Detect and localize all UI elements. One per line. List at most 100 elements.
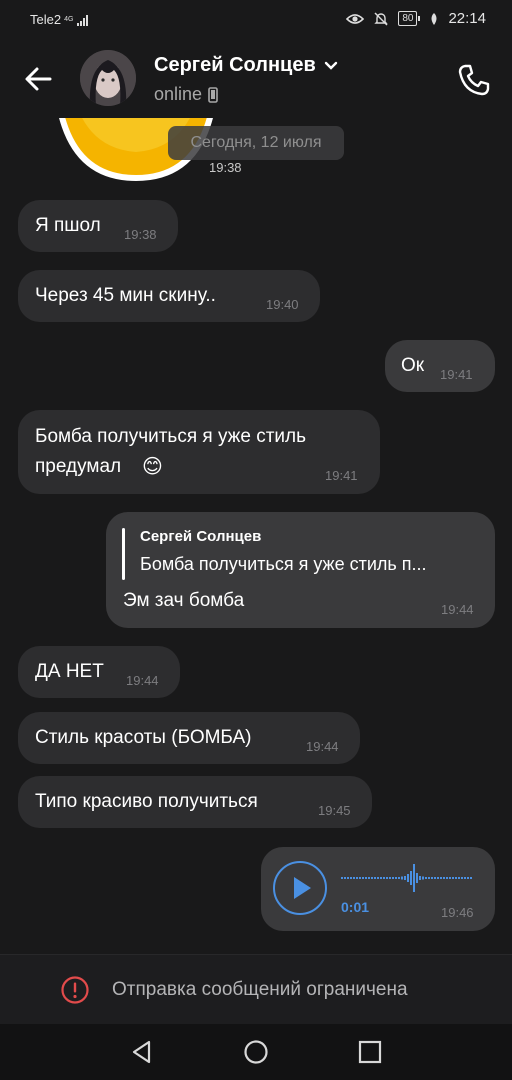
incoming-message[interactable]: Через 45 мин скину.. 19:40 <box>18 270 320 322</box>
battery-level: 80 <box>398 11 418 26</box>
waveform-bar <box>425 877 427 879</box>
waveform-bar <box>356 877 358 879</box>
waveform-bar <box>464 877 466 879</box>
waveform-bar <box>428 877 430 879</box>
message-time: 19:44 <box>126 673 159 688</box>
waveform-bar <box>431 877 433 879</box>
contact-name[interactable]: Сергей Солнцев <box>154 54 316 77</box>
waveform-bar <box>401 876 403 880</box>
waveform-bar <box>443 877 445 879</box>
phone-icon[interactable] <box>456 62 492 98</box>
outgoing-reply-message[interactable]: Сергей Солнцев Бомба получиться я уже ст… <box>106 512 495 628</box>
sticker-time: 19:38 <box>209 160 242 175</box>
incoming-message[interactable]: ДА НЕТ 19:44 <box>18 646 180 698</box>
message-time: 19:38 <box>124 227 157 242</box>
restricted-footer: Отправка сообщений ограничена <box>0 954 512 1025</box>
waveform-bar <box>410 871 412 885</box>
waveform-bar <box>458 877 460 879</box>
clock: 22:14 <box>448 10 486 27</box>
circle-home-icon[interactable] <box>241 1037 271 1067</box>
waveform-bar <box>437 877 439 879</box>
message-time: 19:46 <box>441 905 474 920</box>
status-text: online <box>154 84 203 104</box>
message-text-line2: предумал <box>35 456 122 477</box>
waveform-bar <box>440 877 442 879</box>
waveform-bar <box>407 874 409 882</box>
waveform-bar <box>362 877 364 879</box>
waveform-bar <box>350 877 352 879</box>
waveform-bar <box>374 877 376 879</box>
voice-waveform[interactable] <box>341 863 473 893</box>
waveform-bar <box>470 877 472 879</box>
message-time: 19:44 <box>441 602 474 617</box>
mute-bell-icon <box>374 11 389 26</box>
date-separator: Сегодня, 12 июля <box>168 126 344 160</box>
square-recents-icon[interactable] <box>355 1037 385 1067</box>
waveform-bar <box>449 877 451 879</box>
contact-status: online <box>154 84 218 105</box>
waveform-bar <box>368 877 370 879</box>
waveform-bar <box>395 877 397 879</box>
waveform-bar <box>371 877 373 879</box>
waveform-bar <box>341 877 343 879</box>
waveform-bar <box>446 877 448 879</box>
mobile-device-icon <box>208 86 218 103</box>
message-time: 19:40 <box>266 297 299 312</box>
waveform-bar <box>419 876 421 880</box>
waveform-bar <box>380 877 382 879</box>
waveform-bar <box>422 876 424 880</box>
chat-header: Сергей Солнцев online <box>0 40 512 118</box>
contact-name-row[interactable]: Сергей Солнцев <box>154 54 338 77</box>
waveform-bar <box>392 877 394 879</box>
play-button[interactable] <box>273 861 327 915</box>
back-arrow-icon[interactable] <box>22 62 56 96</box>
message-text: Я пшол <box>35 215 101 236</box>
network-type: 4G <box>64 16 74 23</box>
message-text: Типо красиво получиться <box>35 791 258 812</box>
waveform-bar <box>461 877 463 879</box>
waveform-bar <box>389 877 391 879</box>
message-text: Стиль красоты (БОМБА) <box>35 727 252 748</box>
leaf-icon <box>431 12 437 25</box>
outgoing-voice-message[interactable]: 0:01 19:46 <box>261 847 495 931</box>
restriction-notice: Отправка сообщений ограничена <box>112 979 408 1000</box>
waveform-bar <box>383 877 385 879</box>
waveform-bar <box>359 877 361 879</box>
waveform-bar <box>452 877 454 879</box>
message-text: ДА НЕТ <box>35 661 104 682</box>
avatar[interactable] <box>80 50 136 106</box>
incoming-message[interactable]: Я пшол 19:38 <box>18 200 178 252</box>
smile-emoji-icon: 😊 <box>142 454 163 478</box>
waveform-bar <box>413 864 415 892</box>
incoming-message[interactable]: Стиль красоты (БОМБА) 19:44 <box>18 712 360 764</box>
message-text-line1: Бомба получиться я уже стиль <box>35 426 307 447</box>
waveform-bar <box>377 877 379 879</box>
voice-duration: 0:01 <box>341 899 370 915</box>
waveform-bar <box>344 877 346 879</box>
waveform-bar <box>347 877 349 879</box>
outgoing-message[interactable]: Ок 19:41 <box>385 340 495 392</box>
message-time: 19:45 <box>318 803 351 818</box>
status-icons: 80 22:14 <box>346 10 486 27</box>
message-list[interactable]: Сегодня, 12 июля 19:38 Я пшол 19:38 Чере… <box>0 118 512 953</box>
carrier-label: Tele2 <box>30 12 62 27</box>
triangle-back-icon[interactable] <box>127 1037 157 1067</box>
waveform-bar <box>467 877 469 879</box>
warning-circle-icon <box>61 976 89 1004</box>
waveform-bar <box>365 877 367 879</box>
waveform-bar <box>386 877 388 879</box>
message-text: Ок <box>401 355 425 376</box>
incoming-message[interactable]: Типо красиво получиться 19:45 <box>18 776 372 828</box>
carrier-group: Tele2 4G <box>30 12 89 27</box>
reply-text: Бомба получиться я уже стиль п... <box>140 554 427 574</box>
waveform-bar <box>404 876 406 880</box>
message-time: 19:41 <box>325 468 358 483</box>
status-bar: Tele2 4G 80 22:14 <box>0 0 512 38</box>
system-nav-bar <box>0 1024 512 1080</box>
message-time: 19:41 <box>440 367 473 382</box>
play-icon <box>294 877 311 899</box>
signal-icon <box>77 14 89 26</box>
chevron-down-icon[interactable] <box>324 61 338 71</box>
incoming-message[interactable]: Бомба получиться я уже стиль предумал 😊 … <box>18 410 380 494</box>
eye-icon <box>346 13 365 24</box>
